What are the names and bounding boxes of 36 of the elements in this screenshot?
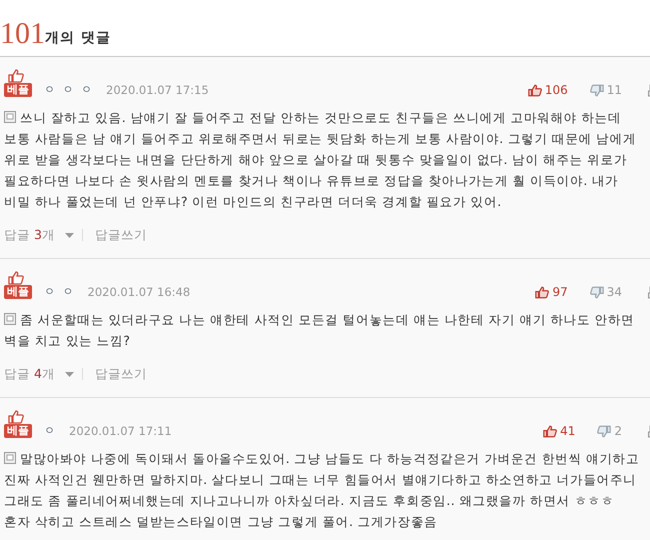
like-count: 41	[560, 424, 576, 438]
comment-date: 2020.01.07 16:48	[88, 285, 190, 299]
dislike-count: 34	[606, 285, 622, 299]
thumbs-down-icon[interactable]	[597, 424, 612, 438]
memo-icon	[4, 452, 16, 464]
thumbs-up-icon[interactable]	[528, 84, 542, 96]
thumbs-down-icon[interactable]	[590, 84, 604, 96]
comment-text: 좀 서운할때는 있더라구요 나는 얘한테 사적인 모든걸 털어놓는데 얘는 나한테 자기 얘기 하나도 안하면 벽을 치고 있는 느낌?	[3, 311, 636, 350]
thumbs-up-icon	[8, 69, 24, 83]
replies-toggle[interactable]: 답글 3개	[4, 226, 74, 244]
best-badge: 베플	[4, 83, 32, 97]
comment-date: 2020.01.07 17:15	[106, 83, 209, 97]
best-badge: 베플	[4, 424, 32, 438]
like-count: 106	[544, 83, 568, 97]
thumbs-down-icon[interactable]	[590, 286, 604, 298]
username[interactable]: ㅇ ㅇ	[44, 285, 76, 299]
memo-icon	[4, 111, 16, 123]
comment-count: 101	[0, 19, 45, 49]
caret-icon	[64, 372, 74, 376]
thumbs-up-icon	[8, 271, 24, 285]
thumbs-up-icon	[8, 410, 24, 424]
thumbs-up-icon[interactable]	[543, 424, 558, 438]
best-badge: 베플	[4, 285, 32, 299]
comment-text: 쓰니 잘하고 있음. 남얘기 잘 들어주고 전달 안하는 것만으로도 친구들은 쓰니에게 고마워해야 하는데 보통 사람들은 남 얘기 들어주고 위로해주면서 뒤로는 뒷담화 하는게 보통 사람이야. 그렇기 때문에 남에게 위로 받을 생각보다는 내면을 단단하게 해야 앞으로 살아갈 때 뒷통수 맞을일이 없다. 남이 해주는 위로가 필요하다면 나보다 손 윗사람의 멘토를 찾거나 책이나 유튜브로 정답을 찾아나가는게 훨 이득이야. 내가 비밀 하나 풀었는데 넌 안푸냐? 이런 마인드의 친구라면 더더욱 경계할 필요가 있어.	[3, 109, 638, 211]
dislike-count: 11	[606, 83, 622, 97]
caret-icon	[64, 232, 74, 238]
replies-toggle[interactable]: 답글 4개	[4, 366, 74, 382]
like-count: 97	[552, 285, 568, 299]
comment-date: 2020.01.07 17:11	[69, 424, 172, 438]
username[interactable]: ㅇ	[44, 424, 57, 438]
memo-icon	[4, 313, 16, 325]
username[interactable]: ㅇ ㅇ ㅇ	[44, 83, 94, 97]
dislike-count: 2	[614, 424, 622, 438]
thumbs-up-icon[interactable]	[535, 286, 550, 298]
comment-count-label: 개의 댓글	[45, 29, 111, 47]
comment-text: 말많아봐야 나중에 독이돼서 돌아올수도있어. 그냥 남들도 다 하능걱정같은거 가벼운건 한번씩 얘기하고 진짜 사적인건 웬만하면 말하지마. 살다보니 그때는 너무 힘들어서 별얘기다하고 하소연하고 너가들어주니 그래도 좀 풀리네어쩌네했는데 지나고나니까 아차싶더라. 지금도 후회중임.. 왜그랬을까 하면서 ㅎㅎㅎ 혼자 삭히고 스트레스 덜받는스타일이면 그냥 그렇게 풀어. 그게가장좋음	[3, 450, 640, 531]
